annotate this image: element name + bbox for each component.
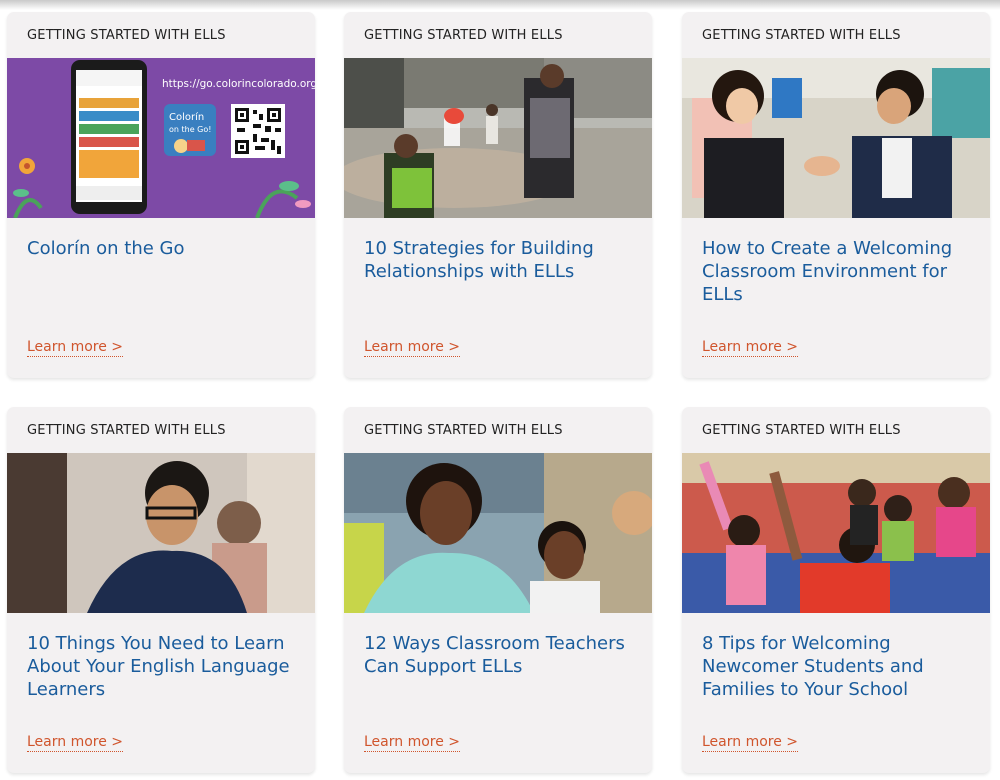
article-card[interactable]: GETTING STARTED WITH ELLS https://go.col… <box>7 12 315 378</box>
learn-more-link[interactable]: Learn more > <box>27 734 124 752</box>
learn-more-link[interactable]: Learn more > <box>702 734 799 752</box>
card-image-classroom[interactable] <box>682 453 990 613</box>
learn-more-link[interactable]: Learn more > <box>27 339 124 357</box>
learn-more-link[interactable]: Learn more > <box>364 339 461 357</box>
promo-url-text: https://go.colorincolorado.org/ <box>162 78 315 90</box>
card-image-teacher[interactable] <box>344 453 652 613</box>
top-shadow <box>0 0 1000 10</box>
playground-photo <box>344 58 652 218</box>
card-image-playground[interactable] <box>344 58 652 218</box>
card-category-label: GETTING STARTED WITH ELLS <box>702 28 901 43</box>
card-title[interactable]: 10 Strategies for Building Relationships… <box>364 237 636 283</box>
card-image-handshake[interactable] <box>682 58 990 218</box>
article-card[interactable]: GETTING STARTED WITH ELLS How to Create … <box>682 12 990 378</box>
student-photo <box>7 453 315 613</box>
card-category-label: GETTING STARTED WITH ELLS <box>702 423 901 438</box>
article-card[interactable]: GETTING STARTED WITH ELLS 8 Tips for Wel… <box>682 407 990 773</box>
promo-badge-line2: on the Go! <box>169 125 211 134</box>
learn-more-link[interactable]: Learn more > <box>364 734 461 752</box>
classroom-photo <box>682 453 990 613</box>
handshake-photo <box>682 58 990 218</box>
card-image-promo[interactable]: https://go.colorincolorado.org/ Colorín … <box>7 58 315 218</box>
card-category-label: GETTING STARTED WITH ELLS <box>27 28 226 43</box>
card-title[interactable]: 8 Tips for Welcoming Newcomer Students a… <box>702 632 974 701</box>
card-category-label: GETTING STARTED WITH ELLS <box>364 423 563 438</box>
card-category-label: GETTING STARTED WITH ELLS <box>27 423 226 438</box>
card-image-student[interactable] <box>7 453 315 613</box>
teacher-photo <box>344 453 652 613</box>
learn-more-link[interactable]: Learn more > <box>702 339 799 357</box>
card-title[interactable]: 10 Things You Need to Learn About Your E… <box>27 632 299 701</box>
article-card[interactable]: GETTING STARTED WITH ELLS 10 Things You … <box>7 407 315 773</box>
promo-badge-line1: Colorín <box>169 111 204 123</box>
card-title[interactable]: 12 Ways Classroom Teachers Can Support E… <box>364 632 636 678</box>
article-card[interactable]: GETTING STARTED WITH ELLS 10 Strategies … <box>344 12 652 378</box>
card-title[interactable]: How to Create a Welcoming Classroom Envi… <box>702 237 974 306</box>
article-card[interactable]: GETTING STARTED WITH ELLS 12 Ways Classr… <box>344 407 652 773</box>
card-title[interactable]: Colorín on the Go <box>27 237 299 260</box>
card-category-label: GETTING STARTED WITH ELLS <box>364 28 563 43</box>
promo-illustration: https://go.colorincolorado.org/ Colorín … <box>7 58 315 218</box>
